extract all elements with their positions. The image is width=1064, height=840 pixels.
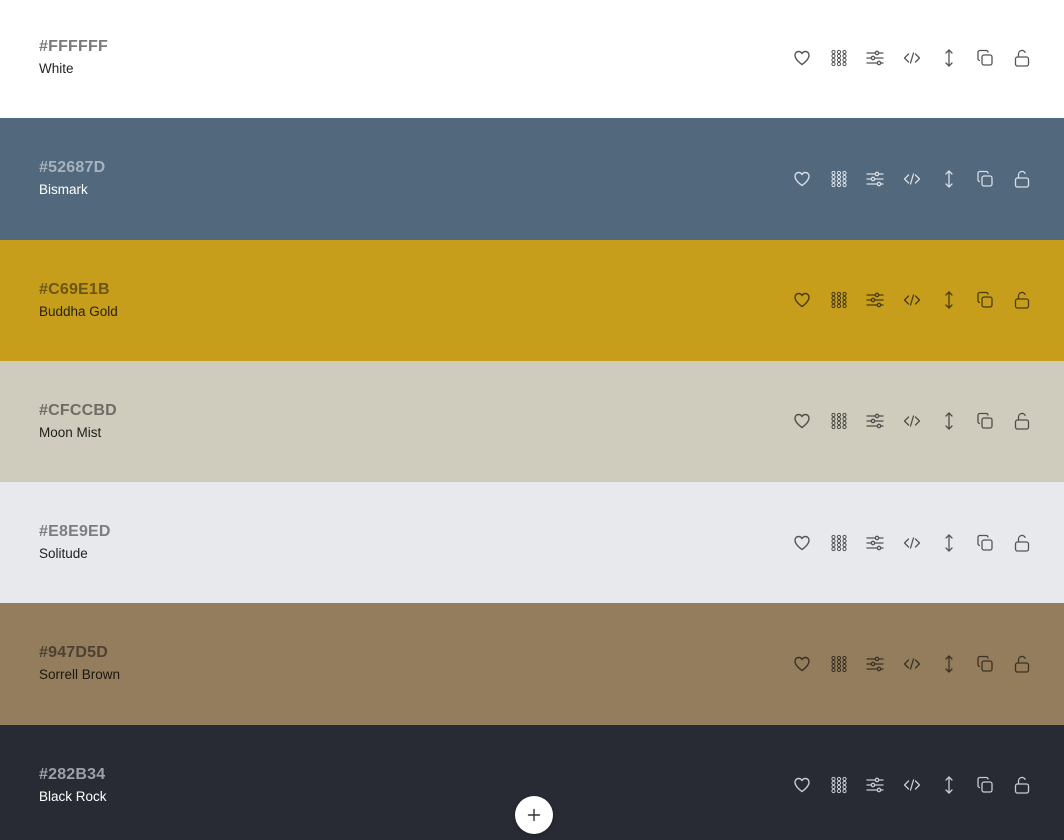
code-icon[interactable] [899,166,925,192]
color-hex-label[interactable]: #282B34 [39,765,107,785]
color-actions [789,530,1035,556]
adjust-sliders-icon[interactable] [862,408,888,434]
drag-vertical-icon[interactable] [936,772,962,798]
color-actions [789,651,1035,677]
copy-icon[interactable] [972,45,998,71]
drag-vertical-icon[interactable] [936,287,962,313]
adjust-sliders-icon[interactable] [862,651,888,677]
palette-grid-icon[interactable] [826,287,852,313]
drag-vertical-icon[interactable] [936,45,962,71]
color-name-label: Solitude [39,546,88,561]
lock-open-icon[interactable] [1009,772,1035,798]
drag-vertical-icon[interactable] [936,651,962,677]
heart-icon[interactable] [789,651,815,677]
plus-icon [527,808,541,822]
lock-open-icon[interactable] [1009,408,1035,434]
color-info: #C69E1B Buddha Gold [39,280,118,320]
color-stripe-bismark[interactable]: #52687D Bismark [0,118,1064,240]
palette-grid-icon[interactable] [826,772,852,798]
code-icon[interactable] [899,530,925,556]
lock-open-icon[interactable] [1009,45,1035,71]
color-stripe-buddha-gold[interactable]: #C69E1B Buddha Gold [0,240,1064,361]
color-hex-label[interactable]: #52687D [39,158,105,178]
copy-icon[interactable] [972,772,998,798]
drag-vertical-icon[interactable] [936,166,962,192]
heart-icon[interactable] [789,408,815,434]
lock-open-icon[interactable] [1009,287,1035,313]
code-icon[interactable] [899,408,925,434]
color-name-label: Moon Mist [39,425,102,440]
color-info: #282B34 Black Rock [39,765,107,805]
heart-icon[interactable] [789,287,815,313]
palette-grid-icon[interactable] [826,45,852,71]
color-actions [789,45,1035,71]
adjust-sliders-icon[interactable] [862,45,888,71]
color-name-label: Black Rock [39,789,107,804]
palette-grid-icon[interactable] [826,408,852,434]
adjust-sliders-icon[interactable] [862,530,888,556]
adjust-sliders-icon[interactable] [862,772,888,798]
color-name-label: White [39,61,74,76]
color-actions [789,772,1035,798]
lock-open-icon[interactable] [1009,530,1035,556]
color-name-label: Sorrell Brown [39,667,121,682]
color-hex-label[interactable]: #C69E1B [39,280,118,300]
code-icon[interactable] [899,772,925,798]
color-info: #FFFFFF White [39,37,108,77]
color-name-label: Bismark [39,182,88,197]
palette-grid-icon[interactable] [826,651,852,677]
drag-vertical-icon[interactable] [936,530,962,556]
color-stripe-white[interactable]: #FFFFFF White [0,0,1064,118]
heart-icon[interactable] [789,166,815,192]
color-stripe-sorrell-brown[interactable]: #947D5D Sorrell Brown [0,603,1064,725]
color-hex-label[interactable]: #947D5D [39,643,120,663]
color-stripe-solitude[interactable]: #E8E9ED Solitude [0,482,1064,603]
color-actions [789,166,1035,192]
copy-icon[interactable] [972,287,998,313]
drag-vertical-icon[interactable] [936,408,962,434]
lock-open-icon[interactable] [1009,166,1035,192]
color-info: #947D5D Sorrell Brown [39,643,120,683]
code-icon[interactable] [899,651,925,677]
color-actions [789,287,1035,313]
heart-icon[interactable] [789,45,815,71]
color-actions [789,408,1035,434]
color-hex-label[interactable]: #CFCCBD [39,401,117,421]
color-stripe-moon-mist[interactable]: #CFCCBD Moon Mist [0,361,1064,482]
code-icon[interactable] [899,45,925,71]
color-info: #CFCCBD Moon Mist [39,401,117,441]
color-info: #E8E9ED Solitude [39,522,111,562]
adjust-sliders-icon[interactable] [862,166,888,192]
palette-grid-icon[interactable] [826,530,852,556]
heart-icon[interactable] [789,772,815,798]
heart-icon[interactable] [789,530,815,556]
color-hex-label[interactable]: #FFFFFF [39,37,108,57]
color-hex-label[interactable]: #E8E9ED [39,522,111,542]
adjust-sliders-icon[interactable] [862,287,888,313]
add-color-button[interactable] [515,796,553,834]
copy-icon[interactable] [972,530,998,556]
copy-icon[interactable] [972,166,998,192]
copy-icon[interactable] [972,408,998,434]
copy-icon[interactable] [972,651,998,677]
code-icon[interactable] [899,287,925,313]
color-name-label: Buddha Gold [39,304,118,319]
lock-open-icon[interactable] [1009,651,1035,677]
palette-grid-icon[interactable] [826,166,852,192]
color-info: #52687D Bismark [39,158,105,198]
